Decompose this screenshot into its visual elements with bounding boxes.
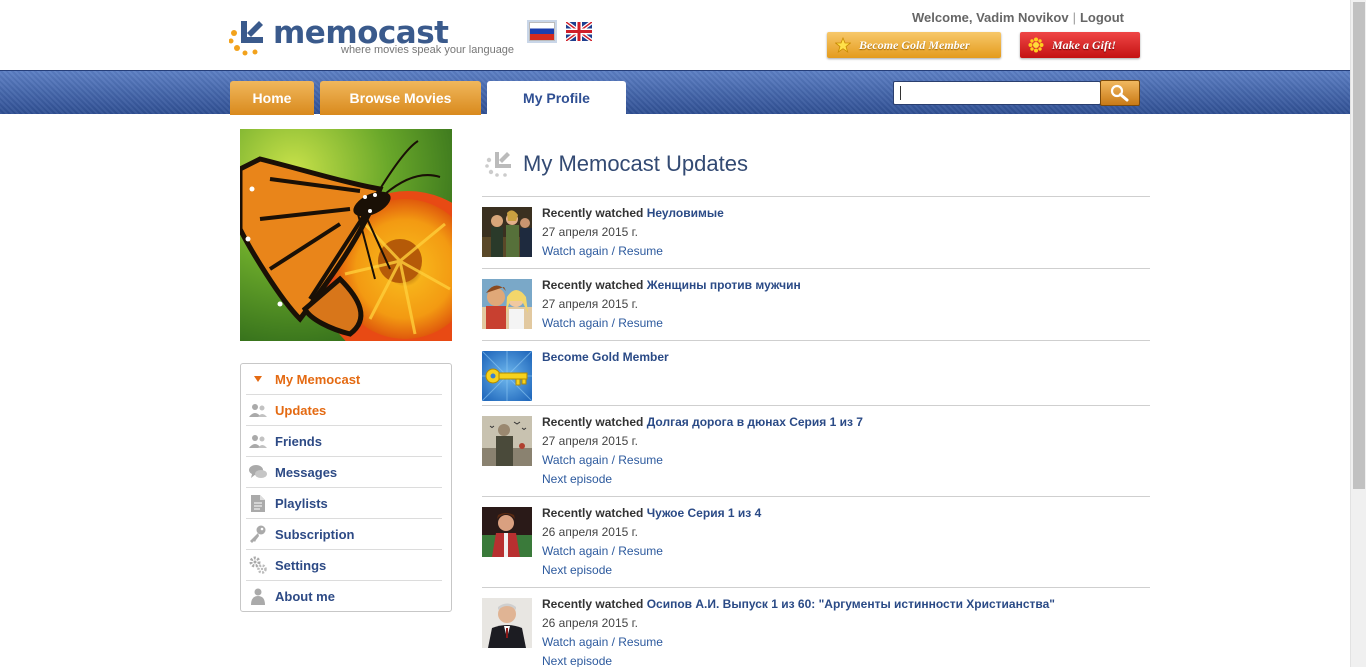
gears-icon: [248, 555, 268, 575]
menu-messages[interactable]: Messages: [246, 457, 442, 488]
update-text: Recently watched Осипов А.И. Выпуск 1 из…: [542, 595, 1055, 667]
gift-flower-icon: [1028, 37, 1044, 53]
update-label: Recently watched: [542, 206, 644, 220]
watch-again-link[interactable]: Watch again / Resume: [542, 242, 724, 261]
scrollbar-thumb[interactable]: [1353, 2, 1365, 489]
become-gold-member-link[interactable]: Become Gold Member: [542, 350, 669, 364]
update-date: 27 апреля 2015 г.: [542, 434, 638, 448]
triangle-down-icon: [248, 369, 268, 389]
menu-label: About me: [275, 589, 335, 604]
divider: [482, 405, 1150, 406]
update-date: 26 апреля 2015 г.: [542, 525, 638, 539]
movie-title-link[interactable]: Женщины против мужчин: [647, 278, 801, 292]
update-label: Recently watched: [542, 278, 644, 292]
make-a-gift-label: Make a Gift!: [1052, 37, 1116, 52]
divider: [482, 496, 1150, 497]
users-icon: [248, 431, 268, 451]
search-input[interactable]: [893, 81, 1101, 105]
watch-again-link[interactable]: Watch again / Resume: [542, 542, 761, 561]
watch-again-link[interactable]: Watch again / Resume: [542, 451, 863, 470]
divider: [482, 587, 1150, 588]
top-header: memocast where movies speak your languag…: [0, 0, 1350, 70]
update-date: 26 апреля 2015 г.: [542, 616, 638, 630]
next-episode-link[interactable]: Next episode: [542, 470, 863, 489]
watch-again-link[interactable]: Watch again / Resume: [542, 633, 1055, 652]
update-text: Recently watched Женщины против мужчин 2…: [542, 276, 801, 333]
update-label: Recently watched: [542, 597, 644, 611]
menu-my-memocast[interactable]: My Memocast: [246, 364, 442, 395]
memocast-logo[interactable]: memocast where movies speak your languag…: [229, 15, 514, 61]
uk-flag-icon[interactable]: [566, 22, 592, 41]
become-gold-member-label: Become Gold Member: [859, 37, 970, 52]
menu-settings[interactable]: Settings: [246, 550, 442, 581]
menu-label: Updates: [275, 402, 327, 418]
menu-updates[interactable]: Updates: [246, 395, 442, 426]
profile-picture[interactable]: [240, 129, 452, 341]
menu-playlists[interactable]: Playlists: [246, 488, 442, 519]
menu-label: Friends: [275, 433, 322, 449]
vertical-scrollbar[interactable]: [1350, 0, 1366, 667]
movie-thumbnail[interactable]: [482, 507, 532, 557]
menu-label: Messages: [275, 464, 338, 480]
make-a-gift-button[interactable]: Make a Gift!: [1020, 32, 1140, 58]
page-title: My Memocast Updates: [523, 151, 748, 176]
search-icon: [1110, 84, 1129, 102]
movie-thumbnail[interactable]: [482, 416, 532, 466]
menu-about-me[interactable]: About me: [246, 581, 442, 612]
tab-home[interactable]: Home: [230, 81, 314, 115]
movie-thumbnail[interactable]: [482, 598, 532, 648]
movie-title-link[interactable]: Чужое Серия 1 из 4: [647, 506, 762, 520]
update-date: 27 апреля 2015 г.: [542, 225, 638, 239]
divider: [482, 268, 1150, 269]
main-nav-bar: Home Browse Movies My Profile: [0, 70, 1350, 115]
update-text: Recently watched Долгая дорога в дюнах С…: [542, 413, 863, 489]
menu-friends[interactable]: Friends: [246, 426, 442, 457]
document-icon: [248, 493, 268, 513]
key-icon: [248, 524, 268, 544]
menu-label: Playlists: [275, 495, 328, 511]
search-button[interactable]: [1100, 80, 1140, 106]
movie-thumbnail[interactable]: [482, 207, 532, 257]
update-text: Recently watched Чужое Серия 1 из 4 26 а…: [542, 504, 761, 580]
tab-browse-movies[interactable]: Browse Movies: [320, 81, 481, 115]
users-icon: [248, 400, 268, 420]
chat-bubbles-icon: [248, 462, 268, 482]
tab-my-profile[interactable]: My Profile: [487, 81, 626, 115]
text-cursor: [900, 86, 901, 100]
logout-link[interactable]: Logout: [1080, 10, 1124, 25]
memocast-mark-icon: [485, 152, 511, 177]
movie-title-link[interactable]: Неуловимые: [647, 206, 724, 220]
profile-menu: My Memocast Updates Friends Messages Pla…: [240, 363, 452, 612]
ru-flag-icon[interactable]: [529, 22, 555, 41]
gold-key-icon[interactable]: [482, 351, 532, 401]
memocast-logo-icon: [229, 21, 263, 56]
menu-label: My Memocast: [275, 371, 361, 387]
person-icon: [248, 587, 268, 607]
movie-thumbnail[interactable]: [482, 279, 532, 329]
star-icon: [835, 37, 851, 53]
divider: [482, 196, 1150, 197]
divider: [482, 340, 1150, 341]
update-label: Recently watched: [542, 506, 644, 520]
next-episode-link[interactable]: Next episode: [542, 652, 1055, 667]
next-episode-link[interactable]: Next episode: [542, 561, 761, 580]
movie-title-link[interactable]: Долгая дорога в дюнах Серия 1 из 7: [647, 415, 863, 429]
welcome-area: Welcome, Vadim Novikov | Logout: [912, 10, 1124, 25]
movie-title-link[interactable]: Осипов А.И. Выпуск 1 из 60: "Аргументы и…: [647, 597, 1055, 611]
update-text: Recently watched Неуловимые 27 апреля 20…: [542, 204, 724, 261]
menu-label: Settings: [275, 557, 327, 573]
become-gold-member-button[interactable]: Become Gold Member: [827, 32, 1001, 58]
welcome-text: Welcome, Vadim Novikov: [912, 10, 1069, 25]
update-label: Recently watched: [542, 415, 644, 429]
logo-tagline: where movies speak your language: [341, 44, 515, 56]
update-text: Become Gold Member: [542, 348, 669, 367]
updates-header: My Memocast Updates: [485, 150, 748, 178]
menu-label: Subscription: [275, 526, 355, 542]
watch-again-link[interactable]: Watch again / Resume: [542, 314, 801, 333]
menu-subscription[interactable]: Subscription: [246, 519, 442, 550]
separator: |: [1072, 10, 1076, 25]
butterfly-flower-image: [240, 129, 452, 341]
update-date: 27 апреля 2015 г.: [542, 297, 638, 311]
